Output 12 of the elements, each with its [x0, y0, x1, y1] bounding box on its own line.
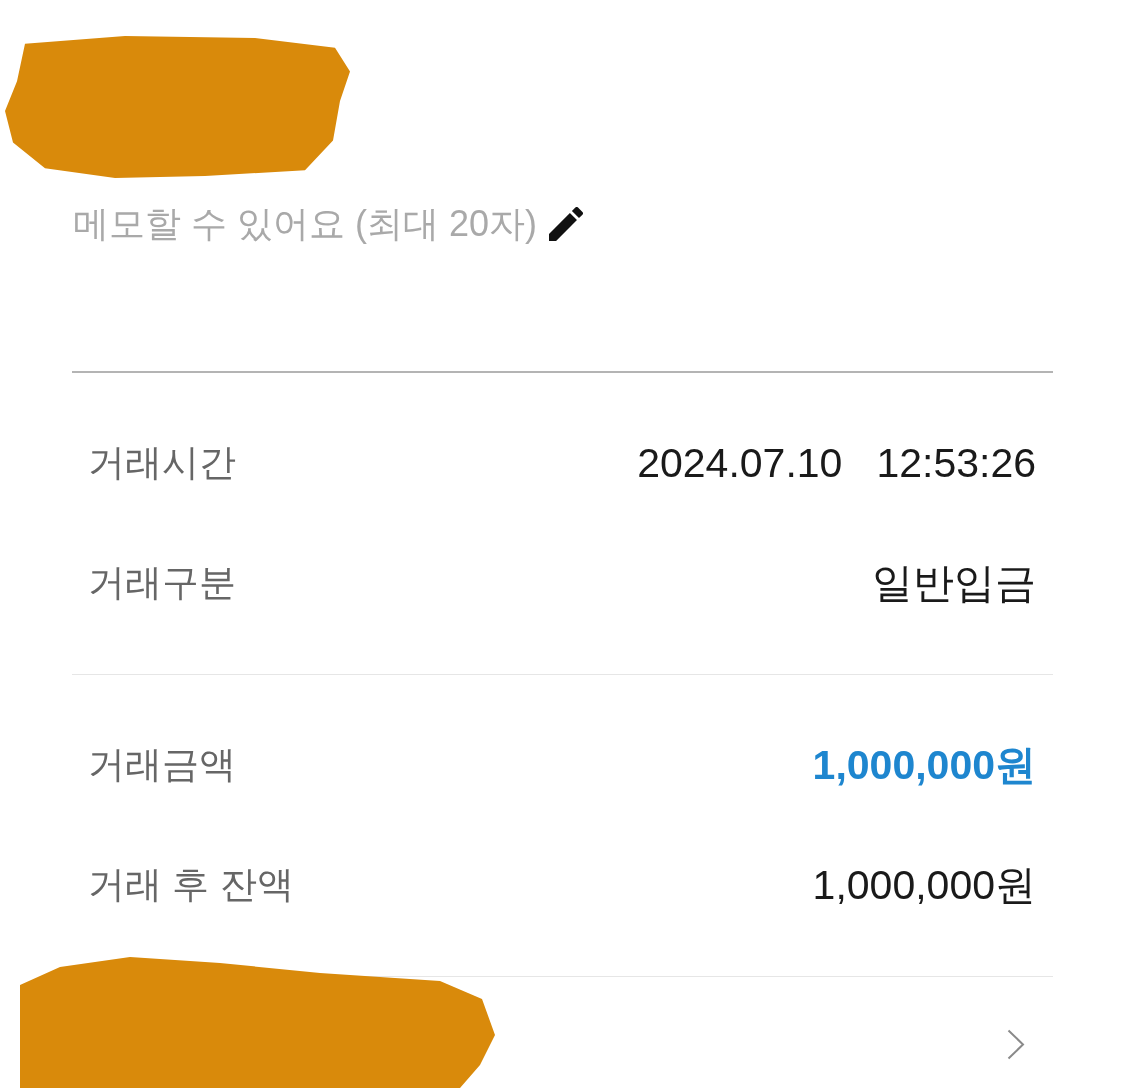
detail-value: 1,000,000원 — [812, 740, 1036, 790]
detail-label: 거래구분 — [88, 561, 236, 605]
pencil-icon[interactable] — [549, 207, 584, 241]
detail-label: 거래시간 — [88, 441, 236, 485]
detail-value: 1,000,000원 — [812, 860, 1036, 910]
detail-label: 거래금액 — [88, 743, 236, 787]
detail-label: 거래 후 잔액 — [88, 863, 294, 907]
detail-value: 일반입금 — [872, 558, 1036, 608]
detail-value: 12:53:26 — [876, 439, 1036, 487]
detail-value: 2024.07.10 — [637, 439, 843, 487]
memo-field[interactable]: 메모할 수 있어요 (최대 20자) — [73, 202, 538, 246]
chevron-right-icon[interactable] — [1007, 1029, 1025, 1060]
